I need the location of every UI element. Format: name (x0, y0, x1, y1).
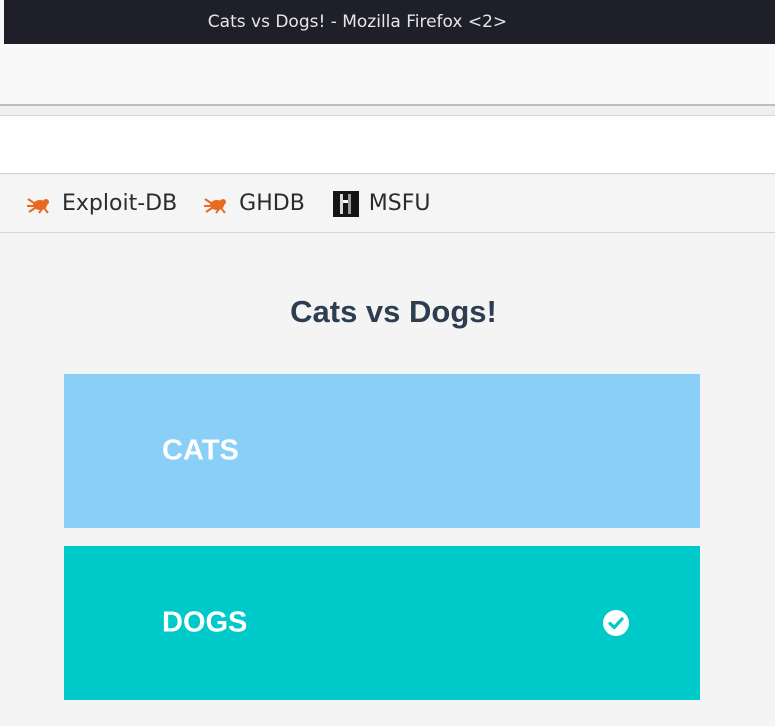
url-bar-area[interactable] (0, 116, 775, 174)
vote-cats-option[interactable]: CATS (64, 374, 700, 528)
browser-window: Cats vs Dogs! - Mozilla Firefox <2> Expl… (0, 0, 775, 726)
msfu-icon (331, 190, 361, 218)
bookmark-msfu[interactable]: MSFU (331, 190, 431, 218)
bookmark-label: Exploit-DB (62, 191, 178, 216)
bookmark-label: GHDB (239, 191, 305, 216)
bookmark-ghdb[interactable]: GHDB (203, 191, 305, 216)
spider-icon (26, 194, 54, 214)
page-title: Cats vs Dogs! (290, 294, 497, 329)
spider-icon (203, 194, 231, 214)
page-content: Cats vs Dogs! CATS DOGS (0, 234, 775, 726)
bookmark-exploit-db[interactable]: Exploit-DB (26, 191, 177, 216)
bookmark-label: MSFU (368, 191, 431, 216)
navigation-toolbar (0, 106, 775, 116)
vote-dogs-option[interactable]: DOGS (64, 546, 700, 700)
option-label-dogs: DOGS (162, 606, 248, 639)
option-label-cats: CATS (162, 434, 239, 467)
window-title: Cats vs Dogs! - Mozilla Firefox <2> (207, 12, 508, 32)
window-titlebar: Cats vs Dogs! - Mozilla Firefox <2> (0, 0, 775, 44)
check-circle-icon (602, 609, 630, 637)
tab-strip (0, 44, 775, 106)
bookmarks-toolbar: Exploit-DB GHDB MSFU (0, 175, 775, 233)
